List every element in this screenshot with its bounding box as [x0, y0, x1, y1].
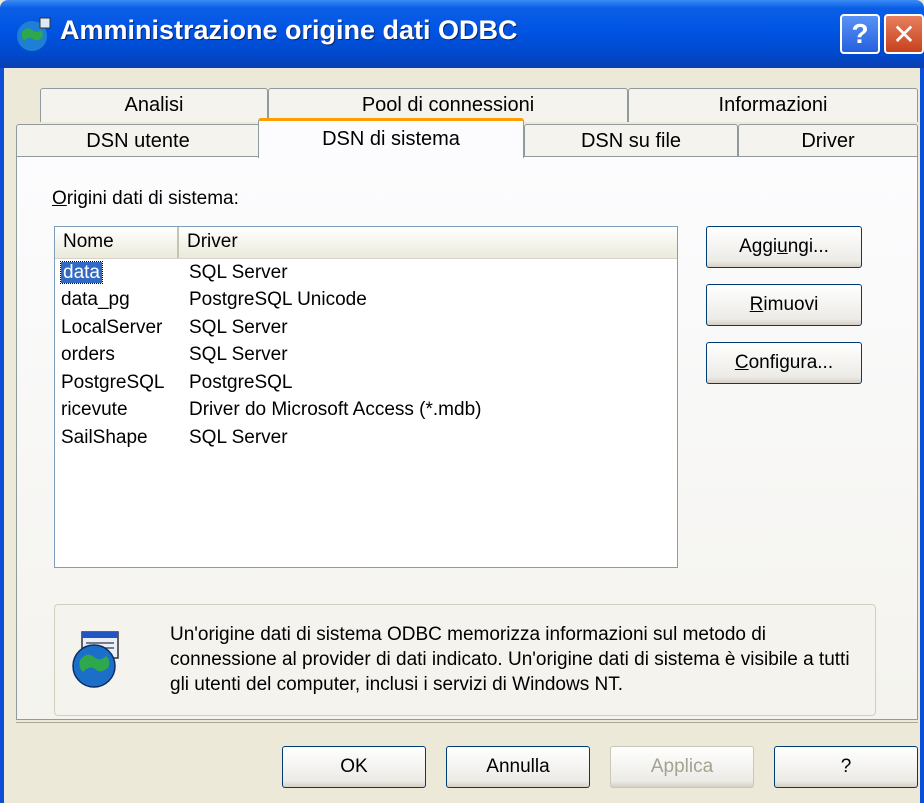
remove-label: imuovi	[763, 294, 819, 315]
list-row[interactable]: data SQL Server	[55, 259, 677, 287]
row-driver: SQL Server	[189, 344, 288, 366]
column-header-nome[interactable]: Nome	[55, 227, 179, 258]
tab-dsn-sistema[interactable]: DSN di sistema	[258, 118, 524, 158]
add-label-pre: Aggi	[739, 236, 778, 257]
add-label-post: ngi...	[787, 236, 829, 257]
row-name: PostgreSQL	[61, 371, 165, 393]
row-name: ricevute	[61, 399, 128, 421]
row-driver: SQL Server	[189, 316, 288, 338]
list-header: Nome Driver	[55, 227, 677, 259]
window-frame-left	[0, 68, 4, 803]
row-name: data_pg	[61, 289, 130, 311]
tab-label: Analisi	[124, 94, 184, 116]
close-button[interactable]: ✕	[884, 14, 924, 54]
tab-label: Driver	[801, 130, 855, 152]
data-source-globe-icon	[72, 631, 119, 688]
help-title-button[interactable]: ?	[840, 14, 880, 54]
tab-informazioni[interactable]: Informazioni	[628, 88, 918, 122]
list-row[interactable]: PostgreSQL PostgreSQL	[55, 369, 677, 397]
row-driver: Driver do Microsoft Access (*.mdb)	[189, 399, 482, 421]
remove-button[interactable]: Rimuovi	[706, 284, 862, 326]
section-label-text: rigini dati di sistema:	[66, 188, 239, 209]
list-row[interactable]: LocalServer SQL Server	[55, 314, 677, 342]
window-frame-right	[920, 68, 924, 803]
apply-label: Applica	[650, 756, 714, 777]
footer-separator	[16, 722, 918, 723]
mnemonic-char: C	[734, 352, 749, 373]
cancel-label: Annulla	[486, 756, 550, 777]
list-row[interactable]: ricevute Driver do Microsoft Access (*.m…	[55, 397, 677, 425]
odbc-globe-icon	[17, 17, 51, 51]
ok-label: OK	[340, 756, 368, 777]
row-driver: PostgreSQL	[189, 371, 293, 393]
help-button[interactable]: ?	[774, 746, 918, 788]
list-row[interactable]: data_pg PostgreSQL Unicode	[55, 287, 677, 315]
row-name: orders	[61, 344, 115, 366]
tab-label: Pool di connessioni	[361, 94, 535, 116]
ok-button[interactable]: OK	[282, 746, 426, 788]
close-icon: ✕	[892, 18, 916, 50]
row-driver: SQL Server	[189, 261, 288, 283]
configure-label: onfigura...	[748, 352, 834, 373]
section-label: Origini dati di sistema:	[52, 188, 239, 210]
row-driver: PostgreSQL Unicode	[189, 289, 367, 311]
column-header-driver[interactable]: Driver	[179, 227, 677, 258]
apply-button[interactable]: Applica	[610, 746, 754, 788]
list-row[interactable]: orders SQL Server	[55, 342, 677, 370]
add-button[interactable]: Aggi u ngi...	[706, 226, 862, 268]
row-name: data	[55, 260, 179, 284]
mnemonic-char: O	[52, 188, 67, 209]
cancel-button[interactable]: Annulla	[446, 746, 590, 788]
info-description: Un'origine dati di sistema ODBC memorizz…	[170, 624, 850, 695]
window-title: Amministrazione origine dati ODBC	[60, 15, 518, 45]
mnemonic-char: u	[777, 236, 788, 257]
tab-dsn-file[interactable]: DSN su file	[524, 124, 738, 158]
tab-driver[interactable]: Driver	[738, 124, 918, 158]
mnemonic-char: R	[749, 294, 764, 315]
tab-pool-connessioni[interactable]: Pool di connessioni	[268, 88, 628, 122]
tab-label: Informazioni	[718, 94, 828, 116]
tab-label: DSN utente	[86, 130, 190, 152]
tab-label: DSN di sistema	[322, 128, 460, 150]
help-icon: ?	[851, 18, 869, 49]
tab-label: DSN su file	[580, 130, 682, 152]
title-bar: Amministrazione origine dati ODBC ? ✕	[0, 0, 924, 68]
row-name: SailShape	[61, 426, 148, 448]
data-sources-list[interactable]: Nome Driver data SQL Server data_pg Post…	[54, 226, 678, 568]
row-driver: SQL Server	[189, 426, 288, 448]
tab-dsn-utente[interactable]: DSN utente	[16, 124, 260, 158]
row-name: LocalServer	[61, 316, 163, 338]
list-row[interactable]: SailShape SQL Server	[55, 424, 677, 452]
help-label: ?	[840, 756, 852, 777]
row-name-text: data	[60, 260, 103, 284]
configure-button[interactable]: Configura...	[706, 342, 862, 384]
tab-analisi[interactable]: Analisi	[40, 88, 268, 122]
